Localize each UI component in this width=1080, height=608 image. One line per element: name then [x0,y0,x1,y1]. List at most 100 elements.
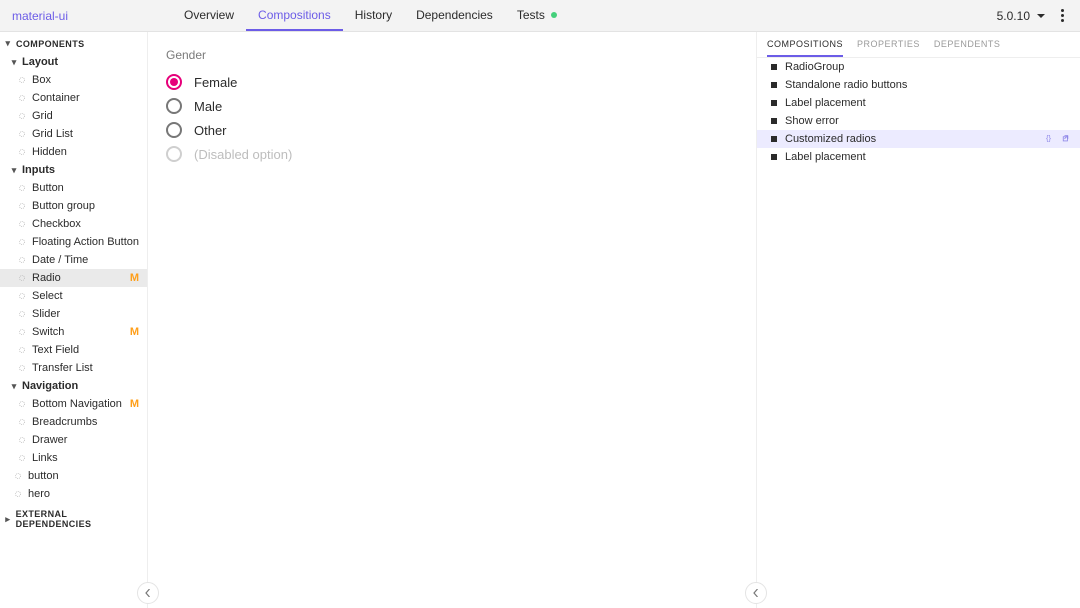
composition-item[interactable]: Standalone radio buttons [757,76,1080,94]
tree-item-label: Box [32,74,51,86]
composition-item[interactable]: Label placement [757,148,1080,166]
topbar: material-ui OverviewCompositionsHistoryD… [0,0,1080,32]
radio-label: Other [194,123,227,138]
tree-item[interactable]: Transfer List [0,359,147,377]
tree-item[interactable]: Box [0,71,147,89]
tree-item[interactable]: Checkbox [0,215,147,233]
tree-item-label: Button group [32,200,95,212]
composition-item[interactable]: Customized radios {} [757,130,1080,148]
tree-item[interactable]: Drawer [0,431,147,449]
status-dot-icon [551,12,557,18]
tab-history[interactable]: History [343,0,404,31]
version-picker[interactable]: 5.0.10 [991,0,1052,31]
tree-section-external-deps[interactable]: ▸EXTERNAL DEPENDENCIES [0,503,147,533]
radio-icon[interactable] [166,74,182,90]
tree-item[interactable]: Select [0,287,147,305]
tree-item-label: Breadcrumbs [32,416,97,428]
tab-dependencies[interactable]: Dependencies [404,0,505,31]
component-icon [18,436,26,444]
tree-item[interactable]: button [0,467,147,485]
more-menu-button[interactable] [1052,0,1072,31]
component-icon [18,310,26,318]
tree-item-label: Grid [32,110,53,122]
component-icon [18,202,26,210]
tab-tests[interactable]: Tests [505,0,569,31]
tree-group-layout[interactable]: ▾Layout [0,53,147,71]
component-icon [18,76,26,84]
tree-item[interactable]: Hidden [0,143,147,161]
tree-group-inputs[interactable]: ▾Inputs [0,161,147,179]
tree-item[interactable]: Breadcrumbs [0,413,147,431]
caret-icon: ▾ [10,57,18,68]
tree-item-label: Checkbox [32,218,81,230]
component-icon [14,490,22,498]
tree-item[interactable]: Slider [0,305,147,323]
right-tab-compositions[interactable]: COMPOSITIONS [767,39,843,57]
open-in-new-button[interactable] [1062,133,1072,146]
component-icon [18,292,26,300]
tree-item-label: Select [32,290,63,302]
tab-compositions[interactable]: Compositions [246,0,343,31]
radio-icon[interactable] [166,122,182,138]
tree-item-label: button [28,470,59,482]
tree-item[interactable]: Date / Time [0,251,147,269]
radio-option-disabled: (Disabled option) [166,142,738,166]
component-icon [18,256,26,264]
tree-item-label: Links [32,452,58,464]
collapse-right-panel-button[interactable] [745,582,767,604]
radio-group: Female Male Other (Disabled option) [166,70,738,166]
bullet-icon [771,64,777,70]
tree-item[interactable]: Button [0,179,147,197]
collapse-left-panel-button[interactable] [137,582,159,604]
tree-item[interactable]: hero [0,485,147,503]
tree-item-label: Radio [32,272,61,284]
tab-overview[interactable]: Overview [172,0,246,31]
view-code-button[interactable]: {} [1046,133,1056,146]
tree-item[interactable]: SwitchM [0,323,147,341]
brand[interactable]: material-ui [12,0,92,31]
component-tree: ▾COMPONENTS▾Layout Box Container Grid Grid L… [0,32,148,608]
modified-badge: M [130,272,139,284]
right-tab-properties[interactable]: PROPERTIES [857,39,920,57]
tree-item[interactable]: Text Field [0,341,147,359]
component-icon [18,130,26,138]
version-label: 5.0.10 [997,9,1030,23]
component-icon [14,472,22,480]
composition-item[interactable]: Label placement [757,94,1080,112]
chevron-down-icon [1036,11,1046,21]
tree-section-components[interactable]: ▾COMPONENTS [0,32,147,53]
tree-item[interactable]: Floating Action Button [0,233,147,251]
compositions-list: RadioGroupStandalone radio buttonsLabel … [757,58,1080,166]
tree-group-navigation[interactable]: ▾Navigation [0,377,147,395]
component-icon [18,400,26,408]
bullet-icon [771,118,777,124]
tree-item[interactable]: Button group [0,197,147,215]
component-icon [18,148,26,156]
radio-label: Male [194,99,222,114]
tree-item[interactable]: Grid List [0,125,147,143]
caret-icon: ▾ [10,165,18,176]
radio-option-male[interactable]: Male [166,94,738,118]
right-tab-dependents[interactable]: DEPENDENTS [934,39,1001,57]
tree-item-label: Transfer List [32,362,93,374]
caret-icon: ▾ [10,381,18,392]
composition-item-label: Label placement [785,151,866,163]
tree-item[interactable]: Container [0,89,147,107]
radio-option-other[interactable]: Other [166,118,738,142]
composition-item[interactable]: Show error [757,112,1080,130]
radio-icon[interactable] [166,98,182,114]
tree-item[interactable]: Bottom NavigationM [0,395,147,413]
composition-item-label: RadioGroup [785,61,844,73]
tree-item-label: Hidden [32,146,67,158]
component-icon [18,346,26,354]
caret-icon: ▾ [4,38,12,49]
composition-item-label: Customized radios [785,133,876,145]
tree-item[interactable]: Grid [0,107,147,125]
tree-item[interactable]: Links [0,449,147,467]
bullet-icon [771,82,777,88]
bullet-icon [771,154,777,160]
radio-option-female[interactable]: Female [166,70,738,94]
svg-text:{}: {} [1046,133,1052,142]
composition-item[interactable]: RadioGroup [757,58,1080,76]
tree-item[interactable]: Radio M [0,269,147,287]
